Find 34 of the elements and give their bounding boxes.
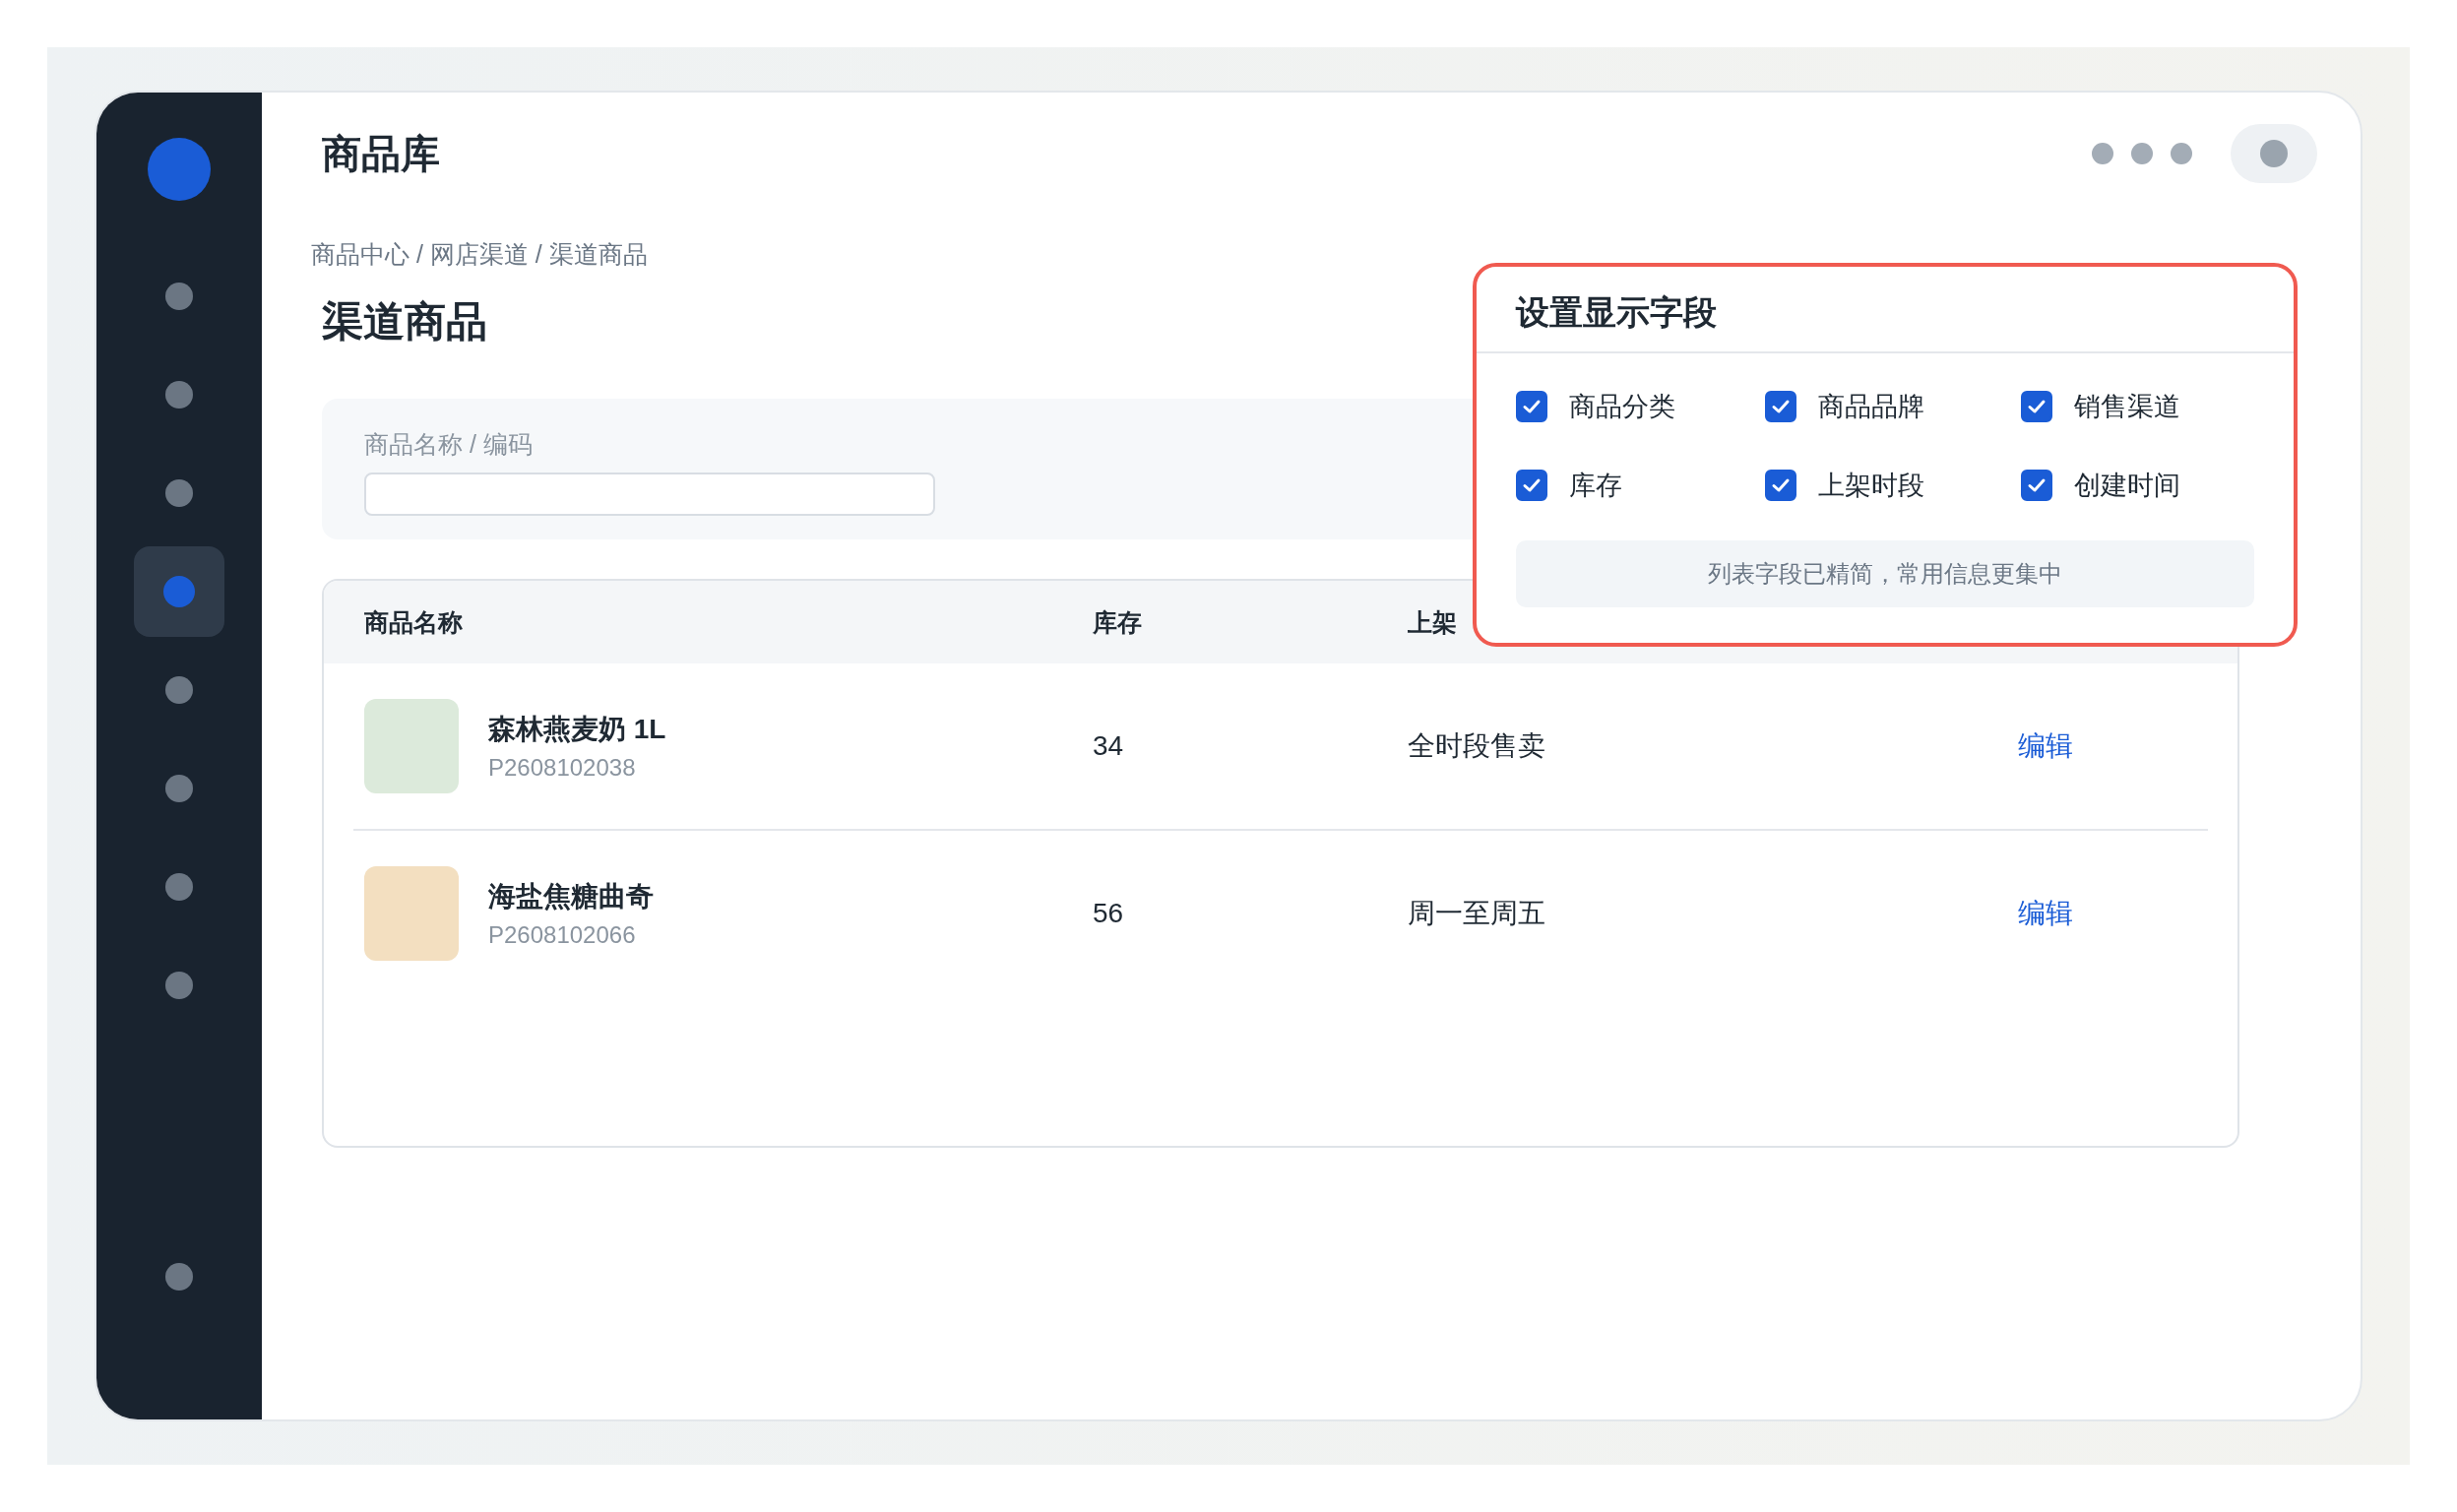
product-name: 森林燕麦奶 1L [488,713,666,746]
breadcrumb: 商品中心 / 网店渠道 / 渠道商品 [311,239,649,270]
checkbox[interactable] [2021,391,2052,422]
product-name: 海盐焦糖曲奇 [488,880,654,914]
checkbox[interactable] [1516,470,1547,501]
popup-title: 设置显示字段 [1477,267,2294,353]
field-label: 商品名称 / 编码 [364,429,534,460]
product-code: P2608102066 [488,921,637,949]
table-cell-text: 周一至周五 [1408,897,1545,930]
edit-link[interactable]: 编辑 [2018,895,2073,932]
checkbox-label: 商品品牌 [1818,391,1924,423]
table-cell: 34 [1093,730,1124,762]
search-field[interactable] [364,472,935,516]
column-header: 上架 [1408,606,1457,638]
checkbox[interactable] [1765,470,1796,501]
column-header: 库存 [1093,606,1142,638]
checkbox[interactable] [1516,391,1547,422]
column-header: 商品名称 [364,606,463,638]
sidebar-item[interactable] [134,546,224,637]
checkbox-label: 创建时间 [2074,470,2180,502]
edit-link[interactable]: 编辑 [2018,727,2073,765]
checkbox-label: 销售渠道 [2074,391,2180,423]
app-title: 商品库 [322,130,440,177]
checkbox[interactable] [2021,470,2052,501]
checkbox-label: 商品分类 [1569,391,1675,423]
info-note: 列表字段已精简，常用信息更集中 [1516,540,2254,607]
table-cell: 56 [1093,898,1124,929]
checkbox-label: 上架时段 [1818,470,1924,502]
checkbox-label: 库存 [1569,470,1622,502]
more-icon[interactable] [2091,142,2193,165]
product-code: P2608102038 [488,754,637,782]
checkbox[interactable] [1765,391,1796,422]
table-cell-text: 全时段售卖 [1408,729,1545,763]
page-title: 渠道商品 [322,297,487,346]
